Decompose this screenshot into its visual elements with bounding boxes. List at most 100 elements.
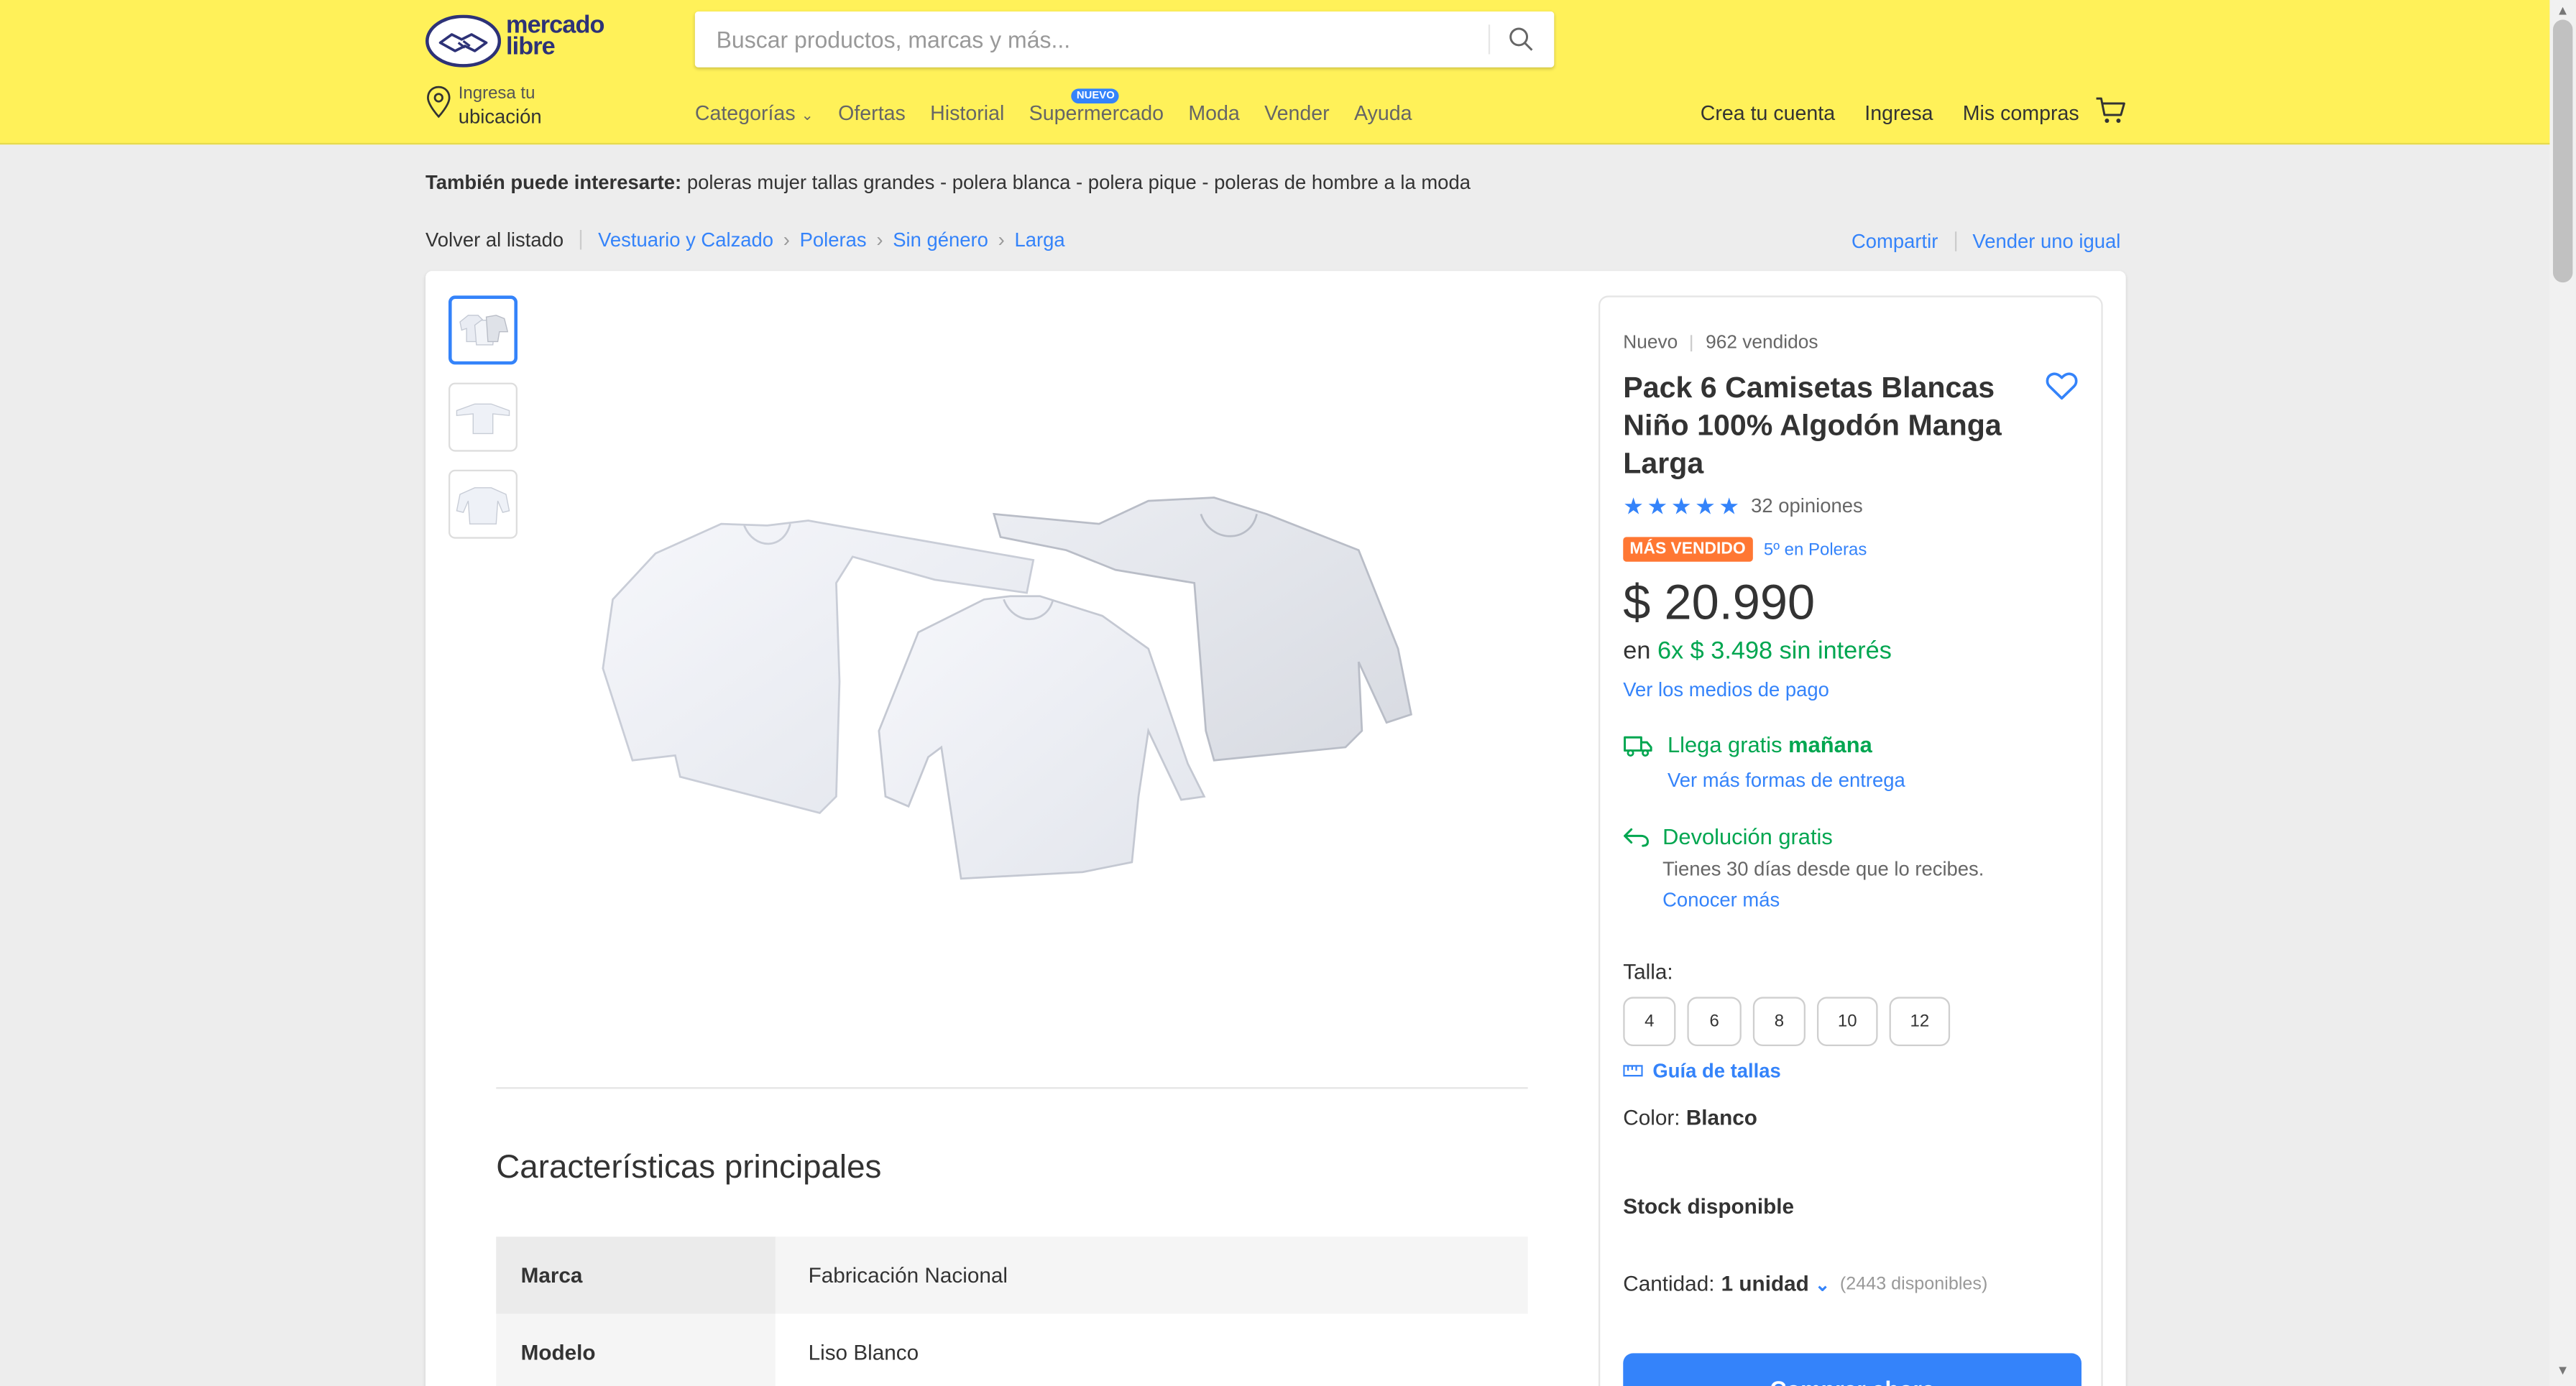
share-actions: Compartir Vender uno igual xyxy=(1852,230,2120,253)
installments-value: 6x $ 3.498 sin interés xyxy=(1657,637,1892,665)
page-scrollbar[interactable]: ▲ ▼ xyxy=(2549,0,2576,1386)
shipping-prefix: Llega gratis xyxy=(1667,732,1782,757)
nav-ayuda[interactable]: Ayuda xyxy=(1354,102,1412,125)
my-purchases-link[interactable]: Mis compras xyxy=(1963,102,2079,125)
return-arrow-icon xyxy=(1624,828,1650,847)
nav-categorias[interactable]: Categorías ⌄ xyxy=(695,102,814,125)
sold-count: 962 vendidos xyxy=(1706,333,1818,354)
chevron-right-icon: › xyxy=(783,228,790,251)
chevron-right-icon: › xyxy=(998,228,1005,251)
suggestions-links[interactable]: poleras mujer tallas grandes - polera bl… xyxy=(687,171,1471,194)
account-nav: Crea tu cuenta Ingresa Mis compras xyxy=(1701,102,2079,125)
nav-supermercado-label: Supermercado xyxy=(1029,101,1164,125)
thumbnail-1[interactable] xyxy=(448,295,518,365)
heart-icon xyxy=(2046,372,2078,400)
nav-historial[interactable]: Historial xyxy=(930,102,1004,125)
spec-key: Marca xyxy=(496,1237,776,1314)
shipping-info: Llega gratis mañana xyxy=(1668,732,1872,757)
returns-learn-more-link[interactable]: Conocer más xyxy=(1662,889,1780,912)
search-button[interactable] xyxy=(1489,11,1554,68)
rating[interactable]: ★ ★ ★ ★ ★ 32 opiniones xyxy=(1623,494,1862,517)
size-option-6[interactable]: 6 xyxy=(1687,997,1742,1046)
handshake-logo-icon xyxy=(425,14,502,68)
ranking-row: MÁS VENDIDO 5º en Poleras xyxy=(1623,537,1867,562)
size-option-12[interactable]: 12 xyxy=(1889,997,1951,1046)
shipping-day: mañana xyxy=(1788,732,1872,757)
thumbnail-2[interactable] xyxy=(448,382,518,452)
quantity-value: 1 unidad xyxy=(1721,1271,1809,1296)
nav-supermercado[interactable]: NUEVO Supermercado xyxy=(1029,88,1164,125)
payment-methods-link[interactable]: Ver los medios de pago xyxy=(1623,678,1829,701)
location-line2: ubicación xyxy=(458,105,542,129)
delivery-options-link[interactable]: Ver más formas de entrega xyxy=(1668,769,1905,792)
color-label: Color: xyxy=(1623,1105,1680,1130)
nav-moda[interactable]: Moda xyxy=(1188,102,1239,125)
favorite-button[interactable] xyxy=(2046,371,2079,410)
breadcrumb-item-vestuario[interactable]: Vestuario y Calzado xyxy=(598,228,773,251)
spec-value: Fabricación Nacional xyxy=(775,1237,1528,1314)
chevron-down-icon: ⌄ xyxy=(801,106,814,124)
nav-vender[interactable]: Vender xyxy=(1264,102,1330,125)
nav-ofertas[interactable]: Ofertas xyxy=(838,102,906,125)
size-option-10[interactable]: 10 xyxy=(1816,997,1878,1046)
breadcrumb: Volver al listado Vestuario y Calzado › … xyxy=(426,228,1065,251)
size-label: Talla: xyxy=(1623,958,1673,984)
location-pin-icon xyxy=(427,86,451,119)
returns-description: Tienes 30 días desde que lo recibes. xyxy=(1662,857,1984,881)
size-option-4[interactable]: 4 xyxy=(1623,997,1676,1046)
cart-button[interactable] xyxy=(2094,96,2128,134)
condition-label: Nuevo xyxy=(1623,333,1678,354)
star-icon: ★ xyxy=(1623,492,1644,519)
best-seller-badge: MÁS VENDIDO xyxy=(1623,537,1752,562)
quantity-selector[interactable]: 1 unidad ⌄ xyxy=(1721,1271,1831,1295)
quantity-row: Cantidad: 1 unidad ⌄ (2443 disponibles) xyxy=(1623,1271,1987,1295)
star-icon: ★ xyxy=(1670,492,1692,519)
create-account-link[interactable]: Crea tu cuenta xyxy=(1701,102,1835,125)
chevron-right-icon: › xyxy=(876,228,883,251)
scrollbar-thumb[interactable] xyxy=(2552,19,2573,283)
cart-icon xyxy=(2096,97,2125,123)
product-main-image[interactable] xyxy=(590,484,1477,887)
main-nav: Categorías ⌄ Ofertas Historial NUEVO Supe… xyxy=(695,88,1412,125)
search-box xyxy=(694,11,1555,68)
stock-status: Stock disponible xyxy=(1623,1193,1795,1219)
thumbnail-3[interactable] xyxy=(448,469,518,539)
logo-text: mercado libre xyxy=(506,13,604,59)
buy-now-button[interactable]: Comprar ahora xyxy=(1623,1353,2082,1386)
size-option-8[interactable]: 8 xyxy=(1752,997,1806,1046)
product-meta: Nuevo 962 vendidos xyxy=(1623,333,1818,353)
nav-categorias-label: Categorías xyxy=(694,101,796,125)
location-selector[interactable]: Ingresa tu ubicación xyxy=(426,84,672,134)
sell-same-link[interactable]: Vender uno igual xyxy=(1972,230,2120,253)
tshirt-thumbnail xyxy=(456,487,510,525)
spec-value: Liso Blanco xyxy=(775,1313,1528,1386)
category-rank-link[interactable]: 5º en Poleras xyxy=(1764,540,1867,559)
installments: en 6x $ 3.498 sin interés xyxy=(1623,637,1892,665)
star-icon: ★ xyxy=(1647,492,1668,519)
star-icon: ★ xyxy=(1719,492,1740,519)
tshirt-thumbnail xyxy=(456,403,510,435)
login-link[interactable]: Ingresa xyxy=(1864,102,1933,125)
content-divider xyxy=(496,1087,1528,1089)
breadcrumb-item-larga[interactable]: Larga xyxy=(1014,228,1064,251)
quantity-label: Cantidad: xyxy=(1623,1271,1715,1296)
product-title: Pack 6 Camisetas Blancas Niño 100% Algod… xyxy=(1623,371,2002,480)
buy-box: Nuevo 962 vendidos Pack 6 Camisetas Blan… xyxy=(1598,295,2103,1386)
ruler-icon xyxy=(1623,1065,1643,1077)
search-icon xyxy=(1509,27,1533,51)
size-guide-link[interactable]: Guía de tallas xyxy=(1623,1059,1781,1082)
share-link[interactable]: Compartir xyxy=(1852,230,1938,253)
scroll-down-icon[interactable]: ▼ xyxy=(2557,1363,2570,1378)
location-line1: Ingresa tu xyxy=(458,83,535,103)
back-to-list-link[interactable]: Volver al listado xyxy=(426,228,564,251)
free-returns: Devolución gratis xyxy=(1662,824,1833,849)
mercadolibre-logo[interactable]: mercado libre xyxy=(425,13,622,68)
share-divider xyxy=(1954,231,1956,251)
scroll-up-icon[interactable]: ▲ xyxy=(2557,4,2570,19)
search-input[interactable] xyxy=(694,11,1468,68)
suggestions-label: También puede interesarte: xyxy=(425,170,682,194)
breadcrumb-item-sin-genero[interactable]: Sin género xyxy=(893,228,988,251)
breadcrumb-item-poleras[interactable]: Poleras xyxy=(800,228,867,251)
size-selector: 4 6 8 10 12 xyxy=(1623,997,1951,1046)
characteristics-title: Características principales xyxy=(496,1149,882,1186)
